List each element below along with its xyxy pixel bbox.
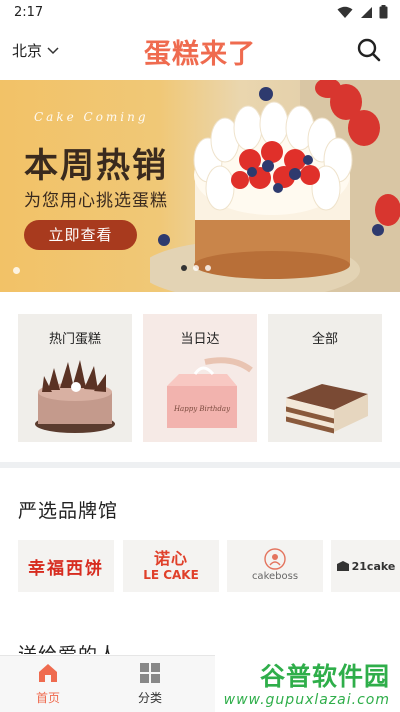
promo-banner[interactable]: Cake Coming 本周热销 为您用心挑选蛋糕 立即查看 — [0, 80, 400, 292]
banner-description: 为您用心挑选蛋糕 — [24, 191, 168, 211]
category-same-day[interactable]: 当日达 Happy Birthday — [143, 314, 257, 442]
banner-title: 本周热销 — [24, 146, 168, 186]
section-divider — [0, 462, 400, 468]
carousel-dot[interactable] — [193, 265, 199, 271]
signal-icon — [361, 6, 372, 18]
search-icon[interactable] — [356, 37, 382, 63]
21cake-logo-icon — [336, 561, 349, 571]
brand-subname: LE CAKE — [143, 568, 199, 582]
watermark: 谷普软件园 www.gupuxlazai.com — [215, 655, 400, 712]
gift-section-title: 送给爱的人 — [18, 640, 118, 654]
app-title: 蛋糕来了 — [144, 39, 256, 70]
carousel-marker — [13, 267, 20, 274]
brand-card[interactable]: cakeboss — [227, 540, 323, 592]
watermark-url: www.gupuxlazai.com — [223, 692, 390, 708]
home-icon — [39, 664, 57, 682]
status-time: 2:17 — [14, 4, 44, 20]
watermark-title: 谷普软件园 — [259, 662, 390, 691]
cake-image — [150, 80, 400, 292]
tiramisu-image — [286, 384, 368, 434]
wifi-icon — [337, 6, 353, 18]
category-row: 热门蛋糕 当日达 Happy Birthday 全部 — [18, 314, 382, 442]
battery-icon — [379, 5, 388, 19]
category-hot-cakes[interactable]: 热门蛋糕 — [18, 314, 132, 442]
nav-home-label: 首页 — [35, 691, 60, 705]
cakeboss-logo-icon — [264, 548, 286, 570]
nav-category[interactable]: 分类 — [110, 662, 190, 706]
nav-home[interactable]: 首页 — [8, 662, 88, 706]
brand-name: cakeboss — [251, 571, 299, 582]
brand-name: 幸福西饼 — [28, 558, 104, 579]
brand-card[interactable]: 诺心 LE CAKE — [123, 540, 219, 592]
banner-subtitle: Cake Coming — [34, 110, 149, 124]
brand-row: 幸福西饼 诺心 LE CAKE cakeboss 21cake — [18, 540, 400, 592]
category-label: 热门蛋糕 — [48, 332, 101, 347]
category-label: 全部 — [311, 332, 338, 347]
top-bar: 北京 蛋糕来了 — [0, 24, 400, 76]
status-icons — [337, 5, 388, 19]
brand-card[interactable]: 幸福西饼 — [18, 540, 114, 592]
chocolate-cake-image — [35, 360, 115, 433]
grid-icon — [140, 663, 160, 683]
brand-section-title: 严选品牌馆 — [18, 500, 119, 522]
nav-category-label: 分类 — [137, 691, 162, 705]
brand-card[interactable]: 21cake — [331, 540, 400, 592]
carousel-dot[interactable] — [205, 265, 211, 271]
view-now-button[interactable]: 立即查看 — [24, 220, 137, 250]
category-label: 当日达 — [180, 332, 220, 347]
gift-box-label: Happy Birthday — [173, 405, 231, 413]
carousel-dot[interactable] — [181, 265, 187, 271]
gift-box-image: Happy Birthday — [167, 357, 253, 428]
brand-name: 21cake — [351, 559, 396, 573]
brand-name: 诺心 — [153, 549, 188, 568]
carousel-indicator — [181, 265, 211, 271]
status-bar: 2:17 — [0, 0, 400, 24]
category-all[interactable]: 全部 — [268, 314, 382, 442]
